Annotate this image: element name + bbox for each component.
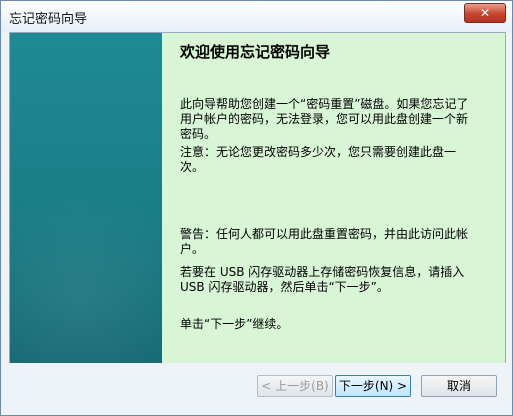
intro-text: 此向导帮助您创建一个“密码重置”磁盘。如果您忘记了用户帐户的密码，无法登录，您可… (180, 97, 469, 141)
wizard-window: 忘记密码向导 ✕ 欢迎使用忘记密码向导 此向导帮助您创建一个“密码重置”磁盘。如… (0, 0, 513, 416)
warning-text: 警告：任何人都可以用此盘重置密码，并由此访问此帐户。 (180, 227, 469, 256)
button-bar: < 上一步(B) 下一步(N) > 取消 (1, 363, 512, 415)
wizard-panel: 欢迎使用忘记密码向导 此向导帮助您创建一个“密码重置”磁盘。如果您忘记了用户帐户… (9, 32, 506, 365)
usb-note-text: 若要在 USB 闪存驱动器上存储密码恢复信息，请插入 USB 闪存驱动器，然后单… (180, 265, 465, 294)
page-title: 欢迎使用忘记密码向导 (180, 43, 331, 61)
continue-text: 单击“下一步”继续。 (180, 317, 289, 331)
close-button[interactable]: ✕ (464, 3, 506, 23)
close-icon: ✕ (479, 6, 491, 20)
next-button[interactable]: 下一步(N) > (335, 375, 411, 397)
back-button[interactable]: < 上一步(B) (257, 375, 333, 397)
wizard-side-banner (10, 33, 190, 364)
cancel-button[interactable]: 取消 (421, 375, 497, 397)
window-title: 忘记密码向导 (9, 12, 88, 27)
note-text: 注意：无论您更改密码多少次，您只需要创建此盘一次。 (180, 145, 457, 174)
title-bar[interactable]: 忘记密码向导 ✕ (1, 1, 512, 32)
